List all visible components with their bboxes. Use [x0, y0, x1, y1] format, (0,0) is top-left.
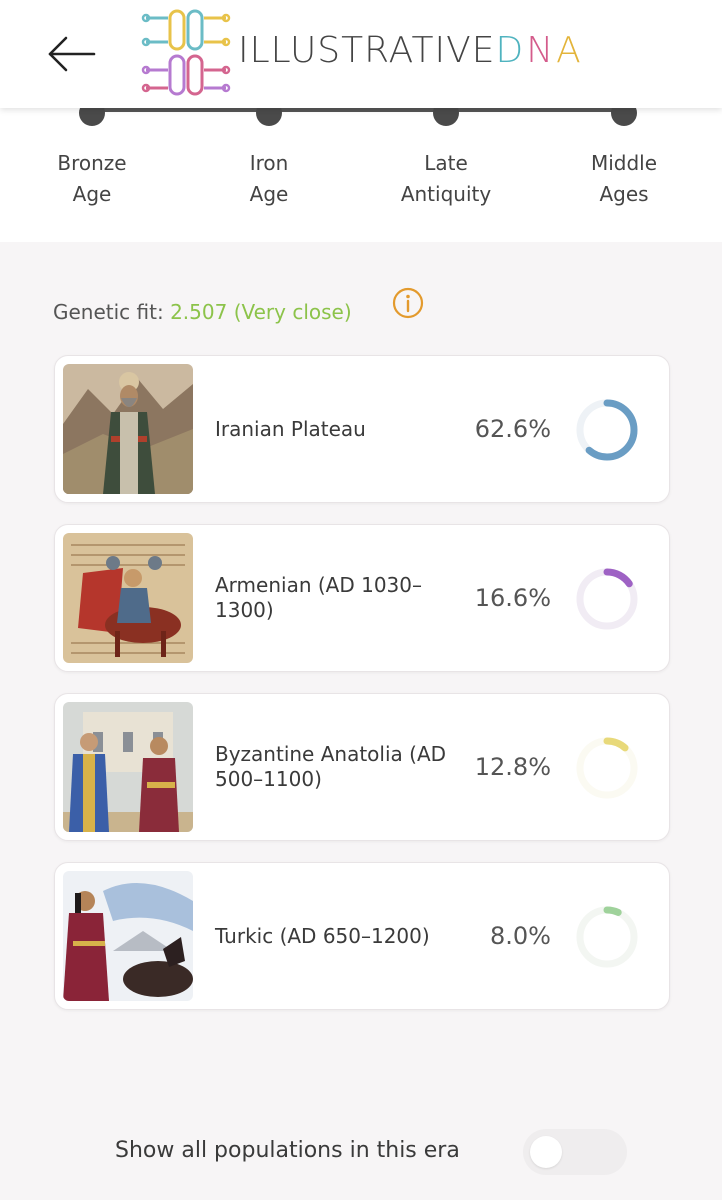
logo-text-a: A — [556, 30, 584, 71]
armenian-illustration — [63, 533, 193, 663]
population-name: Iranian Plateau — [215, 416, 366, 441]
era-label-middle-ages[interactable]: Middle Ages — [554, 148, 694, 210]
era-label-line: Antiquity — [400, 182, 492, 206]
logo-wordmark: ILLUSTRATIVEDNA — [238, 30, 584, 71]
logo-text-n: N — [526, 30, 557, 71]
era-timeline: Bronze Age Iron Age Late Antiquity Middl… — [0, 100, 722, 242]
population-percent: 62.6% — [474, 415, 551, 443]
era-label-line: Age — [72, 182, 112, 206]
era-label-line: Ages — [599, 182, 649, 206]
app-header: ILLUSTRATIVEDNA — [0, 0, 722, 108]
population-name: Byzantine Anatolia (AD 500–1100) — [215, 742, 447, 791]
back-button[interactable] — [44, 32, 100, 76]
era-label-line: Late — [424, 151, 468, 175]
logo-text-d: D — [495, 30, 527, 71]
population-percent: 8.0% — [490, 922, 551, 950]
era-label-late-antiquity[interactable]: Late Antiquity — [376, 148, 516, 210]
timeline-track — [92, 108, 624, 112]
era-label-line: Bronze — [57, 151, 127, 175]
era-label-bronze-age[interactable]: Bronze Age — [22, 148, 162, 210]
population-percent: 16.6% — [474, 584, 551, 612]
population-card-byzantine-anatolia[interactable]: Byzantine Anatolia (AD 500–1100) 12.8% — [54, 693, 670, 841]
byzantine-anatolia-illustration — [63, 702, 193, 832]
info-icon — [392, 287, 424, 319]
turkic-illustration — [63, 871, 193, 1001]
era-label-line: Age — [249, 182, 289, 206]
era-label-iron-age[interactable]: Iron Age — [199, 148, 339, 210]
percentage-donut — [576, 906, 638, 968]
percentage-donut — [576, 399, 638, 461]
population-name: Armenian (AD 1030–1300) — [215, 573, 423, 622]
logo-text-main: ILLUSTRATIVE — [238, 30, 496, 71]
genetic-fit: Genetic fit: 2.507 (Very close) — [53, 300, 352, 324]
info-button[interactable] — [392, 287, 424, 319]
population-percent: 12.8% — [474, 753, 551, 781]
genetic-fit-value: 2.507 (Very close) — [170, 300, 352, 324]
iranian-plateau-illustration — [63, 364, 193, 494]
population-card-armenian[interactable]: Armenian (AD 1030–1300) 16.6% — [54, 524, 670, 672]
toggle-knob — [530, 1136, 562, 1168]
show-all-populations-label: Show all populations in this era — [115, 1138, 460, 1163]
dna-logo-icon — [141, 9, 231, 96]
era-label-line: Middle — [590, 151, 658, 175]
percentage-donut — [576, 568, 638, 630]
illustrative-dna-logo[interactable]: ILLUSTRATIVEDNA — [140, 8, 590, 100]
percentage-donut — [576, 737, 638, 799]
arrow-left-icon — [48, 36, 96, 72]
population-card-iranian-plateau[interactable]: Iranian Plateau 62.6% — [54, 355, 670, 503]
show-all-populations-toggle[interactable] — [523, 1129, 627, 1175]
population-card-turkic[interactable]: Turkic (AD 650–1200) 8.0% — [54, 862, 670, 1010]
population-name: Turkic (AD 650–1200) — [215, 923, 430, 948]
era-label-line: Iron — [249, 151, 289, 175]
genetic-fit-label: Genetic fit: — [53, 300, 164, 324]
